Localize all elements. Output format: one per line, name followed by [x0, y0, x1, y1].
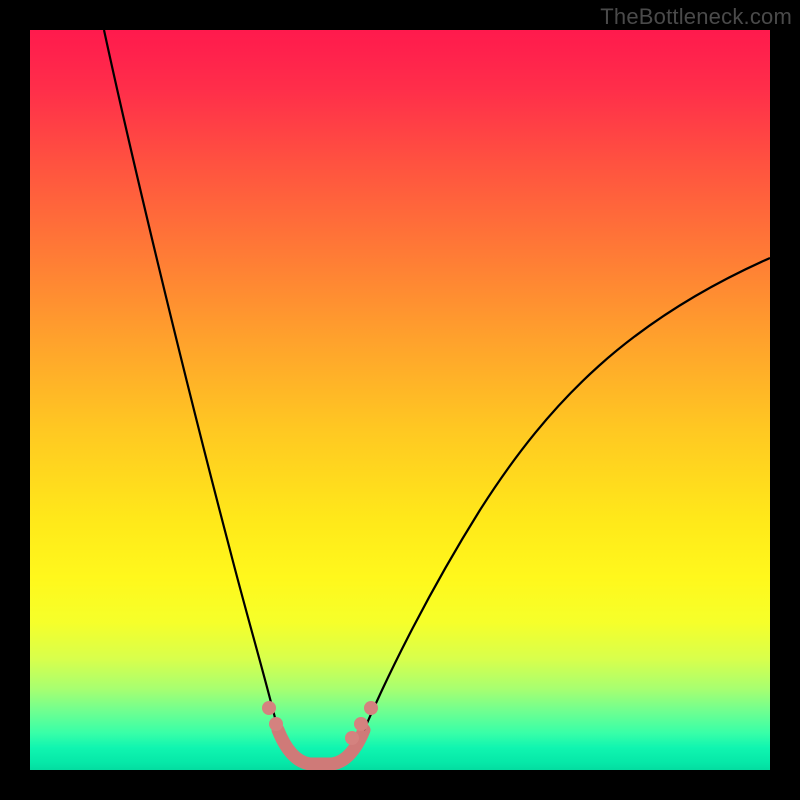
chart-frame: TheBottleneck.com: [0, 0, 800, 800]
marker-dot: [364, 701, 378, 715]
plot-area: [30, 30, 770, 770]
curve-right-arm: [364, 258, 770, 730]
watermark-text: TheBottleneck.com: [600, 4, 792, 30]
marker-dot: [345, 731, 359, 745]
curve-left-arm: [104, 30, 278, 730]
marker-dot: [269, 717, 283, 731]
marker-dot: [262, 701, 276, 715]
marker-dot: [354, 717, 368, 731]
curve-group: [104, 30, 770, 764]
curve-layer: [30, 30, 770, 770]
